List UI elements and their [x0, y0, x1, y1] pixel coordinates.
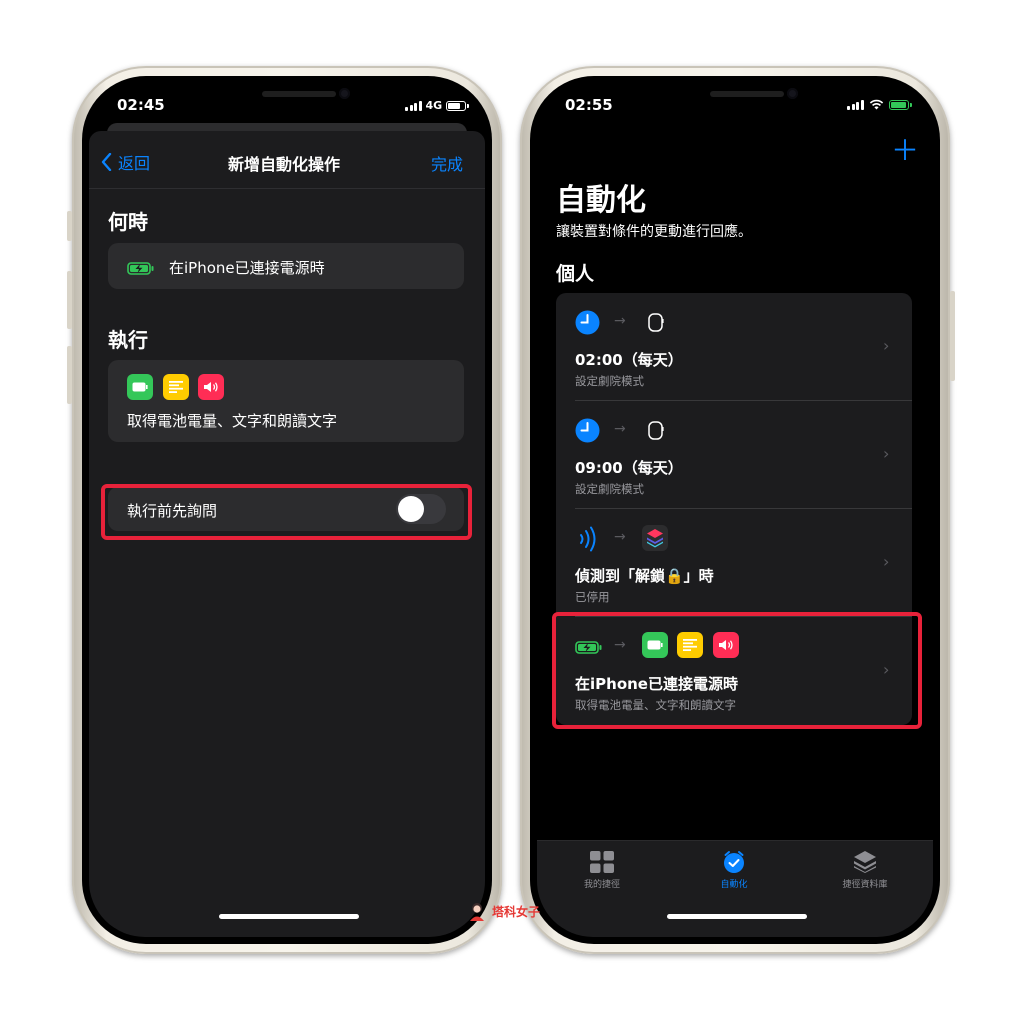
status-bar-right: 4G [405, 99, 470, 112]
right-phone: 02:55 ＋ 自動化 讓裝置對條件的更動進行回應。 個人 → 02:00（每天… [520, 66, 955, 954]
battery-charging-icon [888, 99, 912, 110]
watch-icon [648, 313, 664, 332]
automation-subtitle: 設定劇院模式 [575, 374, 644, 388]
back-button[interactable]: 返回 [101, 150, 150, 174]
automation-item-0900[interactable]: → 09:00（每天） 設定劇院模式 › [556, 401, 912, 509]
home-indicator [219, 914, 359, 919]
automation-title: 09:00（每天） [575, 459, 683, 477]
watermark-avatar-icon [470, 903, 484, 921]
wifi-icon [869, 99, 883, 110]
network-type: 4G [425, 99, 443, 112]
right-screen: 02:55 ＋ 自動化 讓裝置對條件的更動進行回應。 個人 → 02:00（每天… [537, 83, 933, 937]
status-bar-right [847, 99, 912, 110]
page-title: 自動化 [556, 183, 646, 218]
cellular-signal-icon [847, 99, 864, 110]
grid-icon [590, 851, 614, 873]
automation-title: 02:00（每天） [575, 351, 683, 369]
status-time: 02:55 [565, 96, 613, 114]
layers-icon [854, 851, 876, 873]
battery-icon [446, 100, 470, 111]
automation-subtitle: 已停用 [575, 590, 610, 604]
tab-label: 我的捷徑 [583, 880, 620, 890]
tab-gallery[interactable]: 捷徑資料庫 [820, 849, 910, 899]
tab-label: 捷徑資料庫 [842, 880, 888, 890]
watermark: 塔科女子 [466, 900, 540, 922]
back-label: 返回 [118, 154, 151, 173]
chevron-right-icon: › [883, 336, 890, 355]
arrow-right-icon: → [614, 529, 626, 545]
automation-subtitle: 設定劇院模式 [575, 482, 644, 496]
tab-label: 自動化 [720, 880, 748, 890]
highlight-ask-toggle [101, 484, 472, 540]
clock-icon [575, 310, 600, 335]
page-subtitle: 讓裝置對條件的更動進行回應。 [556, 224, 752, 240]
actions-text: 取得電池電量、文字和朗讀文字 [127, 412, 338, 430]
text-app-icon [163, 374, 189, 400]
clock-icon [575, 418, 600, 443]
shortcuts-app-icon [642, 525, 668, 551]
chevron-right-icon: › [883, 552, 890, 571]
speak-text-icon [198, 374, 224, 400]
add-automation-button[interactable]: ＋ [891, 137, 919, 165]
trigger-text: 在iPhone已連接電源時 [169, 259, 325, 277]
done-button[interactable]: 完成 [431, 151, 463, 175]
automation-item-unlock[interactable]: → 偵測到「解鎖🔒」時 已停用 › [556, 509, 912, 617]
clock-check-icon [724, 851, 744, 873]
automation-item-0200[interactable]: → 02:00（每天） 設定劇院模式 › [556, 293, 912, 401]
when-heading: 何時 [108, 210, 148, 234]
battery-charging-icon [127, 260, 155, 279]
section-personal: 個人 [556, 263, 595, 285]
highlight-power-automation [552, 612, 922, 729]
trigger-card[interactable]: 在iPhone已連接電源時 [108, 243, 464, 289]
watermark-text: 塔科女子 [492, 904, 541, 919]
watch-icon [648, 421, 664, 440]
chevron-left-icon [101, 153, 112, 171]
arrow-right-icon: → [614, 421, 626, 437]
tab-automation[interactable]: 自動化 [689, 849, 779, 899]
arrow-right-icon: → [614, 313, 626, 329]
home-indicator [667, 914, 807, 919]
actions-card[interactable]: 取得電池電量、文字和朗讀文字 [108, 360, 464, 442]
tab-my-shortcuts[interactable]: 我的捷徑 [557, 849, 647, 899]
page-title: 新增自動化操作 [228, 155, 341, 174]
chevron-right-icon: › [883, 444, 890, 463]
automation-title: 偵測到「解鎖🔒」時 [575, 567, 714, 585]
nfc-icon [580, 526, 596, 552]
cellular-signal-icon [405, 100, 422, 111]
tab-bar: 我的捷徑 自動化 捷徑資料庫 [537, 840, 933, 937]
battery-app-icon [127, 374, 153, 400]
status-time: 02:45 [117, 96, 165, 114]
do-heading: 執行 [108, 328, 148, 352]
